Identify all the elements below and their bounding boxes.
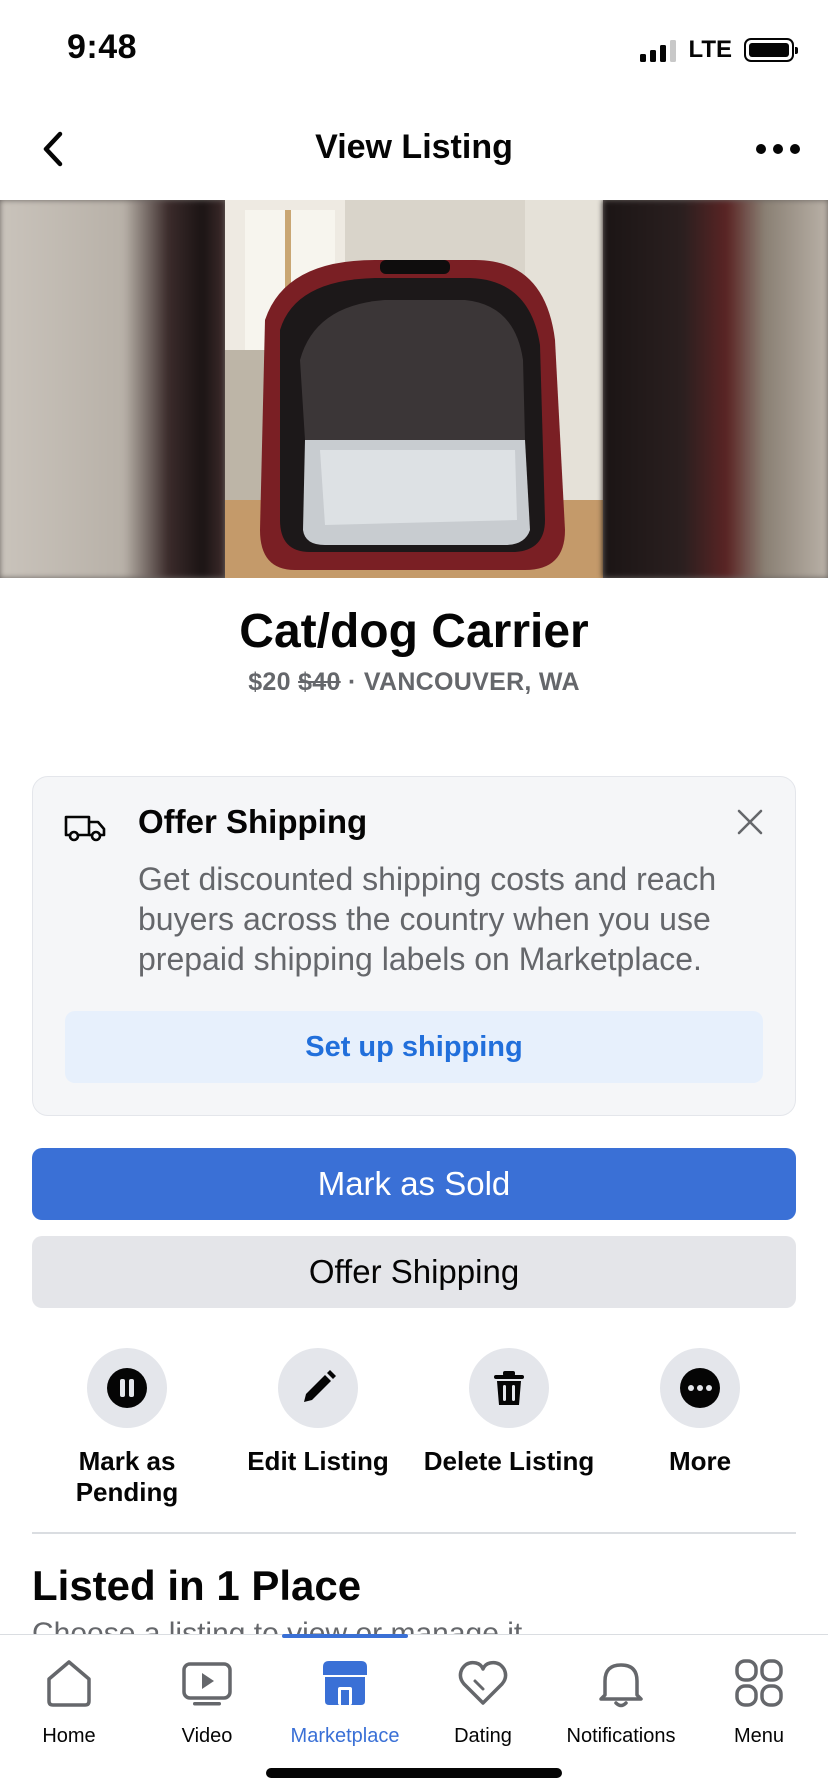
section-divider [32,1532,796,1534]
carrier-photo-image [225,200,603,578]
set-up-shipping-button[interactable]: Set up shipping [65,1011,763,1083]
meta-separator: · [347,668,357,696]
listing-actions: Mark as Pending Edit Listing Delete List… [0,1348,828,1508]
home-indicator [266,1768,562,1778]
tab-home-label: Home [42,1725,96,1747]
more-label: More [668,1446,732,1476]
pause-icon [107,1368,147,1408]
mark-as-pending-circle [87,1348,167,1428]
menu-grid-icon [735,1659,783,1707]
heart-icon [458,1660,508,1705]
tab-marketplace[interactable]: Marketplace [276,1655,414,1748]
offer-shipping-card: Offer Shipping Get discounted shipping c… [32,776,796,1116]
more-options-button[interactable] [748,124,808,174]
tab-video-label: Video [181,1725,233,1747]
listing-photo[interactable] [225,200,603,578]
delete-listing-label: Delete Listing [423,1446,595,1476]
signal-icon [640,38,677,62]
bell-icon [599,1663,643,1708]
previous-photo[interactable] [0,200,225,578]
marketplace-icon [323,1661,367,1705]
shipping-card-description: Get discounted shipping costs and reach … [138,861,717,977]
nav-header: View Listing [0,100,828,200]
delete-listing-action[interactable]: Delete Listing [414,1348,604,1477]
close-shipping-card-button[interactable] [735,807,765,837]
edit-listing-circle [278,1348,358,1428]
video-icon [182,1662,232,1706]
tab-dating-label: Dating [454,1725,512,1747]
close-icon [737,809,763,835]
edit-listing-label: Edit Listing [247,1446,389,1476]
listed-places-title: Listed in 1 Place [32,1562,362,1609]
truck-icon [64,815,106,842]
listing-original-price: $40 [298,668,341,696]
tab-notifications-label: Notifications [566,1725,676,1747]
edit-listing-action[interactable]: Edit Listing [223,1348,413,1477]
tab-video[interactable]: Video [138,1655,276,1748]
pencil-icon [304,1370,336,1402]
tab-menu-label: Menu [733,1725,785,1747]
tab-dating[interactable]: Dating [414,1655,552,1748]
tab-home[interactable]: Home [0,1655,138,1748]
status-time: 9:48 [67,28,138,66]
listing-title: Cat/dog Carrier [239,605,589,658]
more-action[interactable]: More [605,1348,795,1477]
trash-icon [494,1371,524,1405]
tab-notifications[interactable]: Notifications [552,1655,690,1748]
mark-as-pending-label: Mark as Pending [75,1446,179,1507]
home-icon [47,1660,91,1707]
listing-price-location: $20 $40 · VANCOUVER, WA [0,668,828,697]
page-title: View Listing [315,128,513,166]
listed-places-subtitle: Choose a listing to view or manage it. [32,1617,531,1634]
ellipsis-icon [756,144,800,154]
more-icon [680,1368,720,1408]
more-circle [660,1348,740,1428]
tab-marketplace-label: Marketplace [290,1725,400,1747]
mark-as-pending-action[interactable]: Mark as Pending [32,1348,222,1508]
next-photo[interactable] [603,200,828,578]
status-bar: 9:48 LTE [0,0,828,100]
active-tab-indicator [282,1634,408,1638]
network-label: LTE [688,36,732,63]
shipping-card-title: Offer Shipping [138,803,368,840]
listing-price: $20 [248,668,291,696]
listing-location: VANCOUVER, WA [363,668,580,696]
battery-icon [744,38,798,62]
mark-as-sold-button[interactable]: Mark as Sold [32,1148,796,1220]
status-indicators: LTE [640,36,798,64]
tab-menu[interactable]: Menu [690,1655,828,1748]
delete-listing-circle [469,1348,549,1428]
offer-shipping-button[interactable]: Offer Shipping [32,1236,796,1308]
photo-carousel[interactable] [0,200,828,578]
